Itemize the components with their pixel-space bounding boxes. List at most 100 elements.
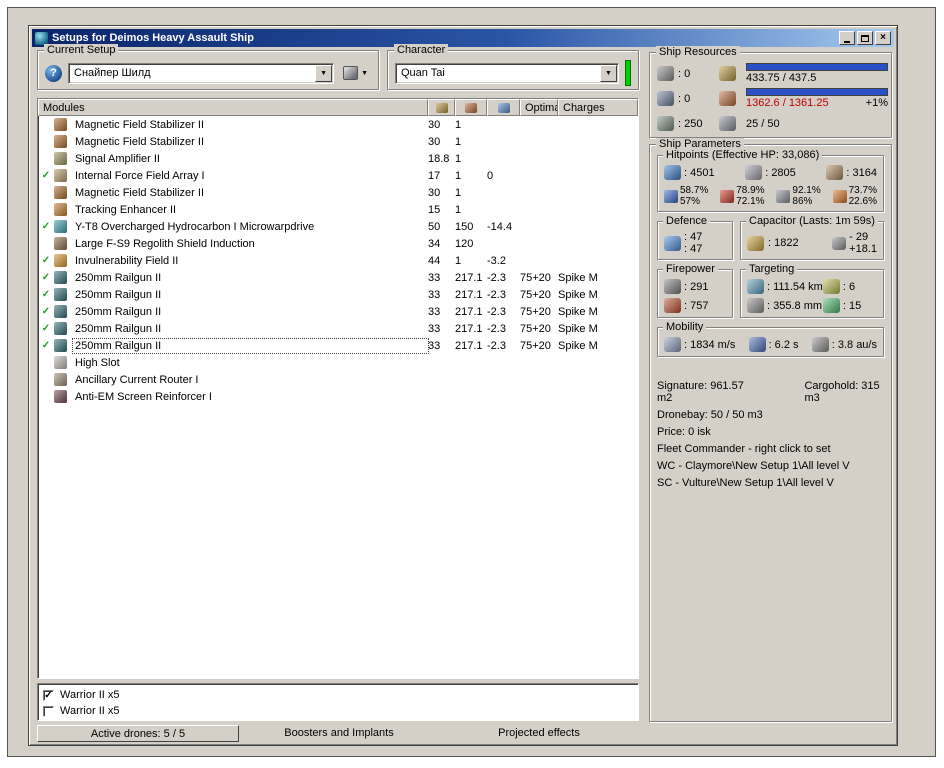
powergrid-resource: 1362.6 / 1361.25 +1%: [746, 88, 888, 109]
drone-item[interactable]: ✓ Warrior II x5: [43, 687, 633, 703]
module-powergrid: 217.1: [455, 271, 483, 284]
optimal-column-header[interactable]: Optimal: [520, 99, 558, 116]
ship-resources-label: Ship Resources: [656, 46, 740, 59]
modules-column-header[interactable]: Modules: [38, 99, 428, 116]
powergrid-column-header[interactable]: [455, 99, 487, 116]
module-cpu: 33: [428, 288, 441, 301]
launcher-hardpoints-icon: [657, 91, 674, 106]
dps-icon: [664, 298, 681, 313]
module-cpu: 34: [428, 237, 441, 250]
module-row[interactable]: Magnetic Field Stabilizer II 30 1: [38, 184, 638, 201]
tab-projected-effects[interactable]: Projected effects: [439, 725, 639, 742]
module-name: Tracking Enhancer II: [75, 203, 177, 216]
module-row[interactable]: ✓ Invulnerability Field II 44 1 -3.2: [38, 252, 638, 269]
launcher-hardpoints: : 0: [657, 91, 719, 106]
module-row[interactable]: Anti-EM Screen Reinforcer I: [38, 388, 638, 405]
microwarpdrive-icon: [54, 220, 67, 233]
module-cpu: 30: [428, 118, 441, 131]
railgun-icon: [54, 339, 67, 352]
tab-active-drones[interactable]: Active drones: 5 / 5: [37, 725, 239, 742]
module-name: 250mm Railgun II: [75, 271, 162, 284]
kinetic-resist-icon: [776, 189, 791, 203]
thermal-armor-resist: 72.1%: [736, 196, 765, 207]
tools-icon: [343, 66, 359, 80]
module-powergrid: 217.1: [455, 339, 483, 352]
drone-checkbox[interactable]: [43, 705, 54, 717]
module-row[interactable]: Large F-S9 Regolith Shield Induction 34 12…: [38, 235, 638, 252]
minimize-icon: [844, 40, 850, 43]
kinetic-resist: 92.1% 86%: [776, 185, 821, 207]
capacitor-label: Capacitor (Lasts: 1m 59s): [746, 215, 878, 228]
maximize-button[interactable]: [857, 31, 873, 45]
thermal-shield-resist: 78.9%: [736, 185, 765, 196]
module-cpu: 44: [428, 254, 441, 267]
module-row[interactable]: Ancillary Current Router I: [38, 371, 638, 388]
titlebar[interactable]: Setups for Deimos Heavy Assault Ship ×: [32, 29, 894, 47]
module-charges: Spike M: [558, 322, 598, 335]
info-line: WC - Claymore\New Setup 1\All level V: [657, 460, 850, 472]
anti-em-screen-reinforcer-icon: [54, 390, 67, 403]
setup-tools-button[interactable]: ▼: [340, 64, 371, 82]
module-row[interactable]: Signal Amplifier II 18.8 1: [38, 150, 638, 167]
cpu-bar: [746, 63, 888, 71]
warp-speed-value: : 3.8 au/s: [831, 338, 877, 351]
signature-cargo-line: Signature: 961.57 m2 Cargohold: 315 m3: [657, 380, 884, 404]
railgun-icon: [54, 271, 67, 284]
max-velocity-value: : 1834 m/s: [684, 338, 736, 351]
chevron-down-icon: ▼: [605, 69, 612, 77]
module-row[interactable]: ✓ Y-T8 Overcharged Hydrocarbon I Microwar…: [38, 218, 638, 235]
module-row[interactable]: Magnetic Field Stabilizer II 30 1: [38, 133, 638, 150]
charges-column-header[interactable]: Charges: [558, 99, 638, 116]
cpu-column-header[interactable]: [428, 99, 455, 116]
drones-list: ✓ Warrior II x5 Warrior II x5: [37, 683, 639, 721]
module-capacitor: -2.3: [487, 271, 506, 284]
module-row[interactable]: ✓ 250mm Railgun II 33 217.1 -2.3 75+20 Spike M: [38, 286, 638, 303]
warp-speed-icon: [811, 337, 829, 352]
fitted-check-icon: ✓: [41, 272, 51, 283]
magnetic-field-stabilizer-icon: [54, 135, 67, 148]
setup-select[interactable]: Снайпер Шилд ▼: [68, 62, 335, 84]
module-powergrid: 120: [455, 237, 474, 250]
module-optimal: 75+20: [520, 339, 551, 352]
sensor-strength-value: : 15: [842, 299, 862, 312]
module-row[interactable]: Magnetic Field Stabilizer II 30 1: [38, 116, 638, 133]
em-armor-resist: 57%: [680, 196, 701, 207]
info-line: Dronebay: 50 / 50 m3: [657, 409, 763, 421]
calibration: 25 / 50: [746, 118, 888, 130]
powergrid-column-icon: [465, 102, 477, 113]
help-icon[interactable]: ?: [45, 64, 62, 82]
module-powergrid: 1: [455, 135, 462, 148]
module-row[interactable]: ✓ Internal Force Field Array I 17 1 0: [38, 167, 638, 184]
module-row[interactable]: ✓ 250mm Railgun II 33 217.1 -2.3 75+20 Spike M: [38, 269, 638, 286]
character-select[interactable]: Quan Tai ▼: [395, 62, 619, 84]
cpu-resource: 433.75 / 437.5: [746, 63, 888, 84]
module-row[interactable]: Tracking Enhancer II 15 1: [38, 201, 638, 218]
module-powergrid: 217.1: [455, 305, 483, 318]
empty-high-slot-icon: [54, 356, 67, 369]
module-charges: Spike M: [558, 339, 598, 352]
kinetic-shield-resist: 92.1%: [792, 185, 821, 196]
module-row[interactable]: High Slot: [38, 354, 638, 371]
turret-volley-icon: [664, 279, 681, 294]
setup-dropdown-button[interactable]: ▼: [315, 64, 333, 82]
drone-item[interactable]: Warrior II x5: [43, 703, 633, 719]
module-capacitor: -2.3: [487, 339, 506, 352]
module-row[interactable]: ✓ 250mm Railgun II 33 217.1 -2.3 75+20 Spike M: [38, 337, 638, 354]
defence-body: : 47 : 47: [664, 231, 726, 255]
module-row[interactable]: ✓ 250mm Railgun II 33 217.1 -2.3 75+20 Spike M: [38, 320, 638, 337]
minimize-button[interactable]: [839, 31, 855, 45]
drone-checkbox[interactable]: ✓: [43, 689, 54, 701]
modules-table: Modules Optimal Charges Magnetic Field S…: [37, 98, 639, 679]
character-dropdown-button[interactable]: ▼: [600, 64, 617, 82]
drone-label: Warrior II x5: [60, 705, 120, 717]
railgun-icon: [54, 288, 67, 301]
module-row[interactable]: ✓ 250mm Railgun II 33 217.1 -2.3 75+20 Spike M: [38, 303, 638, 320]
tab-boosters-implants[interactable]: Boosters and Implants: [239, 725, 439, 742]
sensor-strength-stat: : 15: [822, 298, 877, 313]
turret-hardpoints-icon: [657, 66, 674, 81]
module-capacitor: -2.3: [487, 288, 506, 301]
capacitor-column-header[interactable]: [487, 99, 520, 116]
module-name: 250mm Railgun II: [75, 322, 162, 335]
railgun-icon: [54, 322, 67, 335]
close-button[interactable]: ×: [875, 31, 891, 45]
